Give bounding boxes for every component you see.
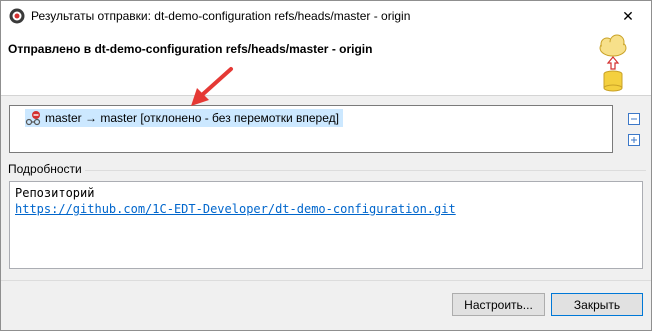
repository-label: Репозиторий — [15, 186, 95, 200]
close-button[interactable]: Закрыть — [551, 293, 643, 316]
footer-divider — [1, 280, 651, 281]
push-results-dialog: Результаты отправки: dt-demo-configurati… — [0, 0, 652, 331]
title-bar: Результаты отправки: dt-demo-configurati… — [1, 1, 651, 32]
banner-title: Отправлено в dt-demo-configuration refs/… — [8, 42, 373, 56]
header-banner: Отправлено в dt-demo-configuration refs/… — [1, 32, 651, 96]
result-text: master → master [отклонено - без перемот… — [45, 111, 339, 125]
push-to-cloud-icon — [599, 34, 627, 92]
details-text-area[interactable]: Репозиторий https://github.com/1C-EDT-De… — [9, 181, 643, 269]
push-results-list[interactable]: master → master [отклонено - без перемот… — [9, 105, 613, 153]
expand-all-icon[interactable] — [628, 134, 640, 146]
details-group-label: Подробности — [8, 162, 85, 176]
details-group-divider — [74, 170, 646, 171]
result-row[interactable]: master → master [отклонено - без перемот… — [25, 109, 343, 127]
window-title: Результаты отправки: dt-demo-configurati… — [31, 9, 411, 23]
collapse-all-icon[interactable] — [628, 113, 640, 125]
branch-rejected-icon — [25, 111, 41, 126]
configure-button[interactable]: Настроить... — [452, 293, 545, 316]
repository-link[interactable]: https://github.com/1C-EDT-Developer/dt-d… — [15, 201, 637, 217]
app-logo-icon — [9, 8, 25, 24]
close-icon: ✕ — [622, 8, 634, 24]
close-window-button[interactable]: ✕ — [605, 1, 651, 32]
